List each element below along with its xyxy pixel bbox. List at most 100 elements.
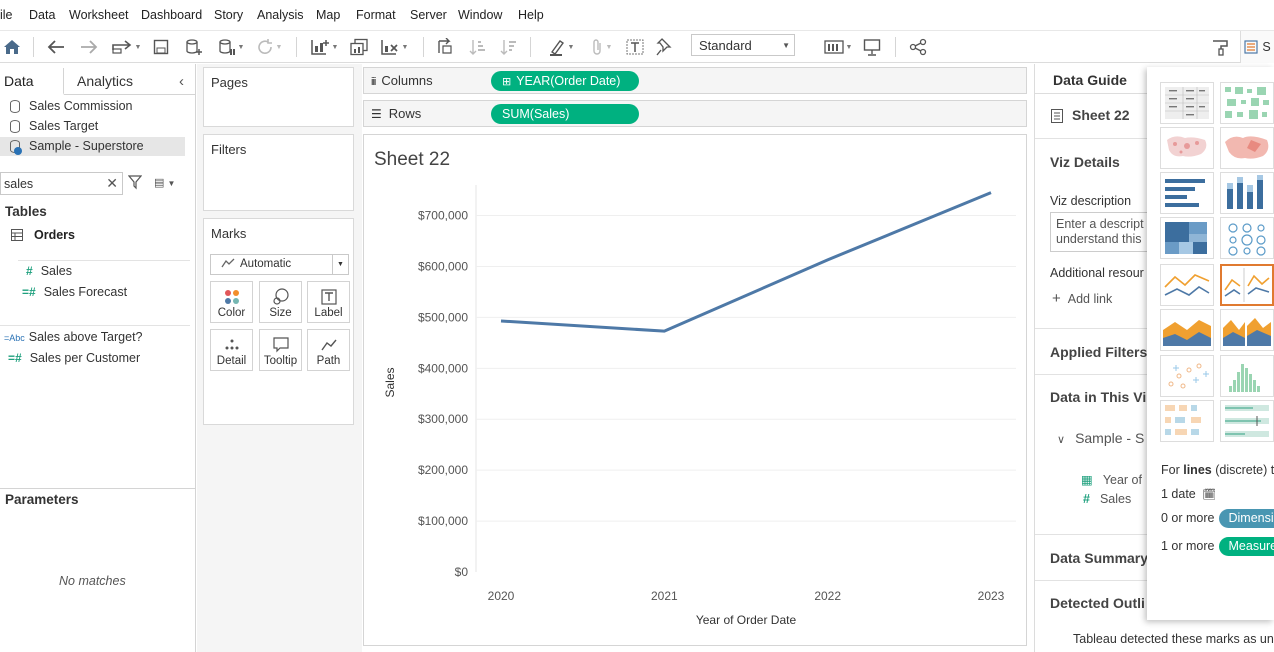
add-link-button[interactable]: + Add link xyxy=(1052,290,1112,307)
bullet-graph-thumb[interactable] xyxy=(1220,400,1274,442)
filters-card[interactable]: Filters xyxy=(203,134,354,211)
home-icon[interactable] xyxy=(2,36,22,58)
database-check-icon xyxy=(10,140,22,155)
data-summary-header[interactable]: Data Summary xyxy=(1050,550,1148,566)
clear-sheet-icon[interactable]: ▼ xyxy=(376,36,412,58)
scatter-plot-thumb[interactable] xyxy=(1160,355,1214,397)
swap-rows-columns-icon[interactable] xyxy=(433,36,457,58)
viz-description-input[interactable]: Enter a descript understand this xyxy=(1050,212,1160,252)
applied-filters-header[interactable]: Applied Filters xyxy=(1050,344,1147,360)
sort-descending-icon[interactable] xyxy=(497,36,521,58)
x-tick-label: 2022 xyxy=(814,589,841,603)
menu-help[interactable]: Help xyxy=(518,8,544,22)
new-datasource-icon[interactable] xyxy=(183,36,205,58)
tooltip-button[interactable]: Tooltip xyxy=(259,329,302,371)
tab-analytics[interactable]: Analytics xyxy=(77,68,133,95)
pause-updates-icon[interactable]: ▼ xyxy=(213,36,249,58)
redirect-icon[interactable]: ▼ xyxy=(108,36,144,58)
detail-icon xyxy=(211,335,252,355)
viz-area: Sheet 22 $0 $100,000 $200,000 $300,000 $400,… xyxy=(363,134,1027,646)
circle-views-thumb[interactable] xyxy=(1220,217,1274,259)
expand-icon: ⊞ xyxy=(502,76,512,88)
rows-pill[interactable]: SUM(Sales) xyxy=(491,104,639,124)
pages-card[interactable]: Pages xyxy=(203,67,354,127)
stacked-bars-thumb[interactable] xyxy=(1220,172,1274,214)
presentation-mode-icon[interactable] xyxy=(861,36,883,58)
menu-dashboard[interactable]: Dashboard xyxy=(141,8,202,22)
back-arrow-icon[interactable] xyxy=(45,36,67,58)
menu-format[interactable]: Format xyxy=(356,8,396,22)
highlight-icon[interactable]: ▼ xyxy=(543,36,579,58)
rows-shelf[interactable]: ☰ Rows SUM(Sales) xyxy=(363,100,1027,127)
collapse-pane-icon[interactable]: ‹ xyxy=(179,68,184,95)
duplicate-sheet-icon[interactable] xyxy=(347,36,371,58)
new-worksheet-icon[interactable]: ▼ xyxy=(305,36,343,58)
menu-map[interactable]: Map xyxy=(316,8,340,22)
detected-outliers-header[interactable]: Detected Outli xyxy=(1050,595,1145,611)
menu-story[interactable]: Story xyxy=(214,8,243,22)
field-sales-forecast[interactable]: =# Sales Forecast xyxy=(22,285,127,299)
text-table-thumb[interactable] xyxy=(1160,82,1214,124)
size-button[interactable]: Size xyxy=(259,281,302,323)
area-continuous-thumb[interactable] xyxy=(1160,309,1214,351)
columns-shelf[interactable]: iii Columns ⊞ YEAR(Order Date) xyxy=(363,67,1027,94)
clear-search-icon[interactable]: ✕ xyxy=(106,175,118,192)
show-labels-icon[interactable] xyxy=(624,36,646,58)
field-sales[interactable]: # Sales xyxy=(26,264,72,278)
menu-server[interactable]: Server xyxy=(410,8,447,22)
datasource-item[interactable]: Sales Target xyxy=(0,117,185,136)
treemap-thumb[interactable] xyxy=(1160,217,1214,259)
format-icon[interactable] xyxy=(1209,36,1233,58)
color-button[interactable]: Color xyxy=(210,281,253,323)
table-name[interactable]: Orders xyxy=(34,228,75,242)
symbol-map-thumb[interactable] xyxy=(1160,127,1214,169)
share-icon[interactable] xyxy=(907,36,929,58)
field-sales-per-customer[interactable]: =# Sales per Customer xyxy=(8,351,140,365)
filled-map-thumb[interactable] xyxy=(1220,127,1274,169)
tab-data[interactable]: Data xyxy=(0,68,64,95)
search-field[interactable]: sales ✕ xyxy=(0,172,123,195)
source-row[interactable]: ∨ Sample - S xyxy=(1057,430,1144,446)
heat-map-thumb[interactable] xyxy=(1220,82,1274,124)
pin-icon[interactable] xyxy=(653,36,675,58)
viz-description-label: Viz description xyxy=(1050,194,1132,208)
viz-details-header[interactable]: Viz Details xyxy=(1050,154,1120,170)
label-label: Label xyxy=(314,307,343,319)
line-chart[interactable]: $0 $100,000 $200,000 $300,000 $400,000 $500,0… xyxy=(364,135,1026,645)
filter-icon[interactable] xyxy=(127,174,143,193)
lines-discrete-thumb[interactable] xyxy=(1220,264,1274,306)
attach-icon[interactable]: ▼ xyxy=(583,36,619,58)
search-input[interactable]: sales xyxy=(4,177,33,191)
mark-type-dropdown[interactable]: Automatic ▼ xyxy=(210,254,349,275)
show-cards-icon[interactable]: ▼ xyxy=(820,36,856,58)
menu-analysis[interactable]: Analysis xyxy=(257,8,304,22)
menu-file[interactable]: ile xyxy=(0,8,13,22)
menu-window[interactable]: Window xyxy=(458,8,502,22)
label-icon xyxy=(308,287,349,307)
path-button[interactable]: Path xyxy=(307,329,350,371)
area-discrete-thumb[interactable] xyxy=(1220,309,1274,351)
forward-arrow-icon[interactable] xyxy=(78,36,100,58)
menu-data[interactable]: Data xyxy=(29,8,55,22)
datasource-item[interactable]: Sales Commission xyxy=(0,97,185,116)
fit-dropdown[interactable]: Standard ▼ xyxy=(691,34,795,56)
histogram-thumb[interactable] xyxy=(1220,355,1274,397)
table-icon xyxy=(11,229,23,244)
detail-button[interactable]: Detail xyxy=(210,329,253,371)
gantt-thumb[interactable] xyxy=(1160,400,1214,442)
field-label: Sales above Target? xyxy=(28,330,143,344)
sort-ascending-icon[interactable] xyxy=(466,36,490,58)
data-in-viz-header[interactable]: Data in This Vi xyxy=(1050,389,1146,405)
view-options-icon[interactable]: ▤ ▼ xyxy=(154,176,175,189)
horizontal-bars-thumb[interactable] xyxy=(1160,172,1214,214)
columns-pill[interactable]: ⊞ YEAR(Order Date) xyxy=(491,71,639,91)
marks-card: Marks Automatic ▼ Color Size Label Detai… xyxy=(203,218,354,425)
field-sales-above-target[interactable]: =Abc Sales above Target? xyxy=(4,330,143,344)
save-icon[interactable] xyxy=(151,36,171,58)
show-me-toggle[interactable]: S xyxy=(1240,31,1274,63)
refresh-icon[interactable]: ▼ xyxy=(251,36,287,58)
label-button[interactable]: Label xyxy=(307,281,350,323)
menu-worksheet[interactable]: Worksheet xyxy=(69,8,129,22)
lines-continuous-thumb[interactable] xyxy=(1160,264,1214,306)
datasource-item-selected[interactable]: Sample - Superstore xyxy=(0,137,185,156)
